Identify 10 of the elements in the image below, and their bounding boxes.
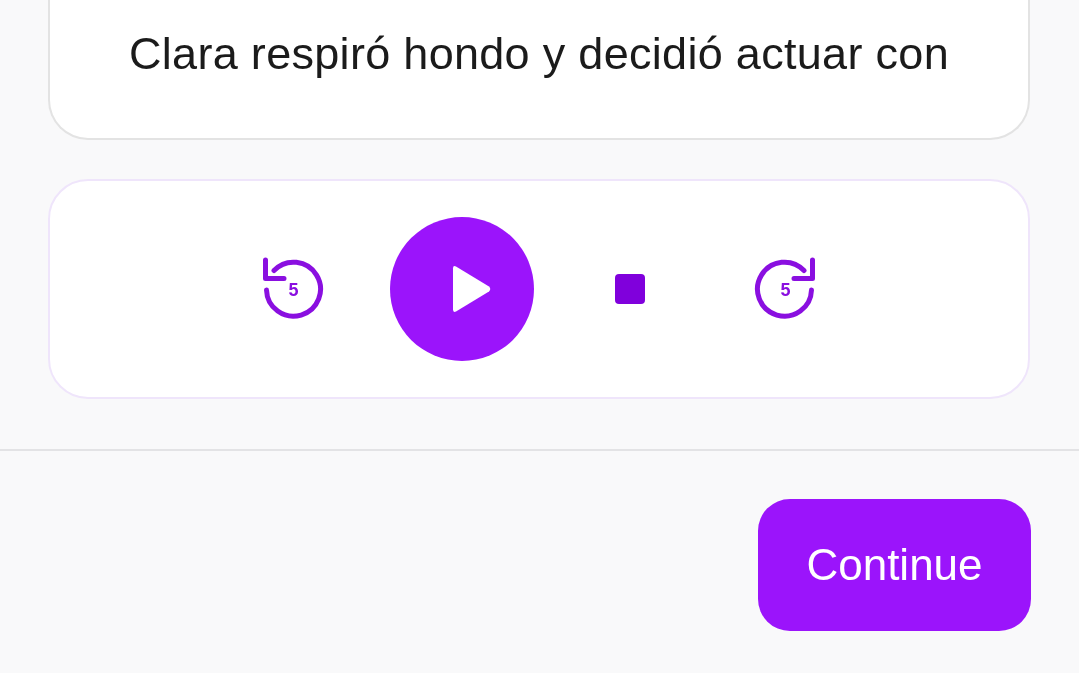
forward-button[interactable]: 5 xyxy=(753,257,817,321)
stop-icon xyxy=(615,274,645,304)
play-icon xyxy=(452,264,492,314)
rewind-button[interactable]: 5 xyxy=(261,257,325,321)
continue-button[interactable]: Continue xyxy=(758,499,1031,631)
reading-text: Clara respiró hondo y decidió actuar con xyxy=(129,28,949,80)
circular-arrow-icon xyxy=(261,257,325,321)
circular-arrow-icon xyxy=(753,257,817,321)
seconds-label: 5 xyxy=(780,281,791,300)
seconds-label: 5 xyxy=(288,281,299,300)
